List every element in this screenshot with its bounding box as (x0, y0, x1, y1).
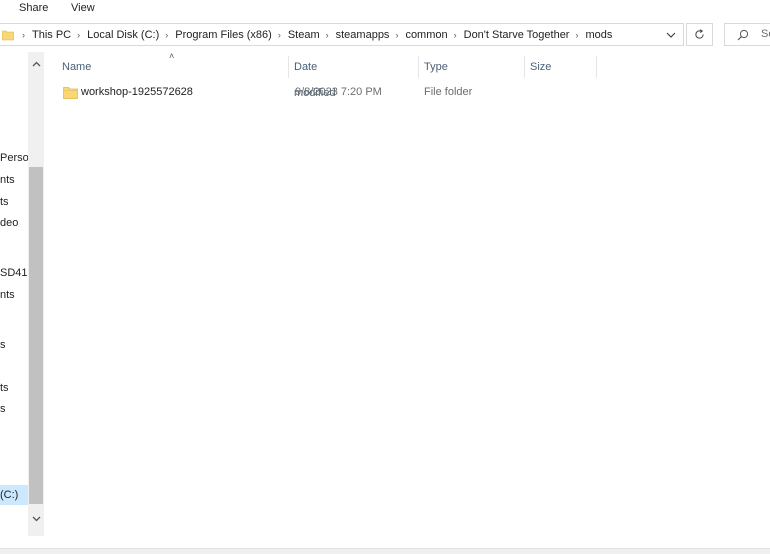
column-name[interactable]: Name (62, 54, 282, 80)
column-divider[interactable] (524, 56, 525, 78)
column-divider[interactable] (596, 56, 597, 78)
chevron-right-icon[interactable]: › (569, 30, 585, 40)
column-size[interactable]: Size (530, 54, 551, 80)
crumb-mods[interactable]: mods (585, 29, 612, 41)
refresh-button[interactable] (686, 23, 713, 46)
tab-share[interactable]: Share (19, 2, 48, 14)
column-divider[interactable] (288, 56, 289, 78)
refresh-icon (695, 29, 704, 39)
search-placeholder: Se (761, 28, 770, 40)
chevron-right-icon[interactable]: › (71, 30, 87, 40)
chevron-right-icon[interactable]: › (272, 30, 288, 40)
nav-item[interactable]: nts (0, 174, 15, 186)
chevron-right-icon[interactable]: › (159, 30, 175, 40)
file-name[interactable]: workshop-1925572628 (81, 86, 193, 98)
chevron-down-icon (32, 516, 40, 522)
crumb-local-disk[interactable]: Local Disk (C:) (87, 29, 159, 41)
chevron-right-icon[interactable]: › (389, 30, 405, 40)
chevron-right-icon[interactable]: › (320, 30, 336, 40)
chevron-down-icon (666, 32, 676, 38)
crumb-steam[interactable]: Steam (288, 29, 320, 41)
crumb-program-files[interactable]: Program Files (x86) (175, 29, 272, 41)
nav-item[interactable]: ts (0, 196, 9, 208)
address-row: › This PC › Local Disk (C:) › Program Fi… (0, 18, 770, 52)
scroll-up-button[interactable] (28, 56, 44, 72)
scroll-down-button[interactable] (28, 511, 44, 527)
chevron-right-icon[interactable]: › (16, 30, 32, 40)
nav-item[interactable]: nts (0, 289, 15, 301)
nav-item[interactable]: s (0, 339, 6, 351)
address-history-button[interactable] (659, 24, 683, 45)
crumb-steamapps[interactable]: steamapps (336, 29, 390, 41)
chevron-up-icon (32, 61, 40, 67)
nav-item[interactable]: ts (0, 382, 9, 394)
tab-view[interactable]: View (71, 2, 95, 14)
nav-scrollbar[interactable] (28, 52, 44, 536)
column-divider[interactable] (418, 56, 419, 78)
folder-icon (2, 30, 14, 41)
crumb-common[interactable]: common (405, 29, 447, 41)
column-type[interactable]: Type (424, 54, 448, 80)
folder-icon (63, 87, 78, 99)
file-date-modified: 9/8/2023 7:20 PM (295, 86, 382, 98)
search-icon (737, 29, 749, 41)
navigation-pane: Persor nts ts deo SD41 nts s ts s (C:) (0, 52, 44, 548)
ribbon-tabs: Share View (0, 0, 770, 18)
search-input[interactable]: Se (724, 23, 770, 46)
file-type: File folder (424, 86, 473, 98)
status-bar (0, 548, 770, 554)
crumb-dont-starve-together[interactable]: Don't Starve Together (464, 29, 570, 41)
scroll-thumb[interactable] (29, 167, 43, 504)
crumb-this-pc[interactable]: This PC (32, 29, 71, 41)
nav-item[interactable]: s (0, 403, 6, 415)
column-date-modified[interactable]: Date modified (294, 54, 336, 99)
nav-item-local-disk-selected[interactable]: (C:) (0, 485, 28, 505)
breadcrumb: › This PC › Local Disk (C:) › Program Fi… (16, 24, 612, 45)
address-bar[interactable]: › This PC › Local Disk (C:) › Program Fi… (0, 23, 684, 46)
chevron-right-icon[interactable]: › (448, 30, 464, 40)
nav-item[interactable]: SD41 (0, 267, 28, 279)
file-row[interactable]: workshop-1925572628 9/8/2023 7:20 PM Fil… (58, 82, 578, 104)
nav-item[interactable]: deo (0, 217, 18, 229)
